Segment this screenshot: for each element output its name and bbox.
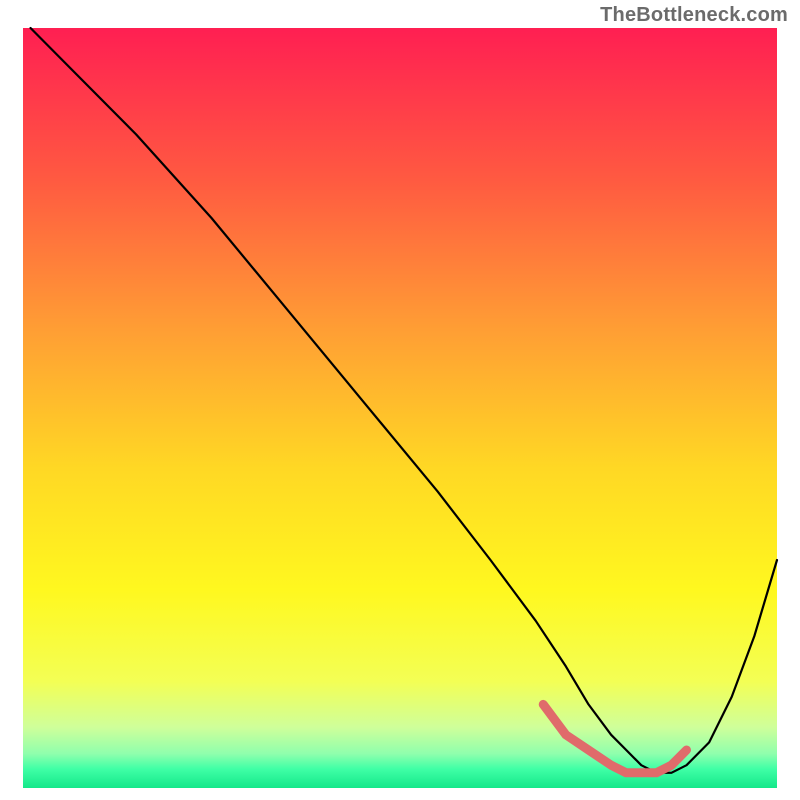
chart-frame: TheBottleneck.com bbox=[0, 0, 800, 800]
bottleneck-chart bbox=[0, 0, 800, 800]
gradient-background bbox=[23, 28, 777, 788]
watermark-label: TheBottleneck.com bbox=[600, 4, 788, 27]
